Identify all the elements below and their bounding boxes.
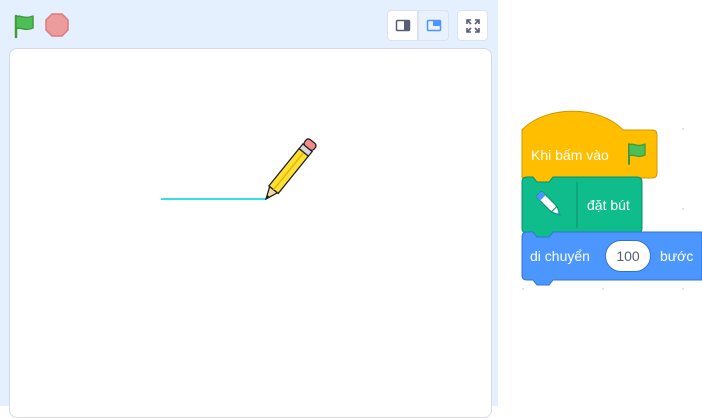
steps-input[interactable]: 100 [605, 240, 651, 272]
move-block-label: di chuyển [530, 248, 590, 264]
hat-block-label: Khi bấm vào [531, 147, 609, 163]
pen-block-label: đặt bút [587, 197, 630, 213]
move-block-unit: bước [660, 248, 694, 264]
